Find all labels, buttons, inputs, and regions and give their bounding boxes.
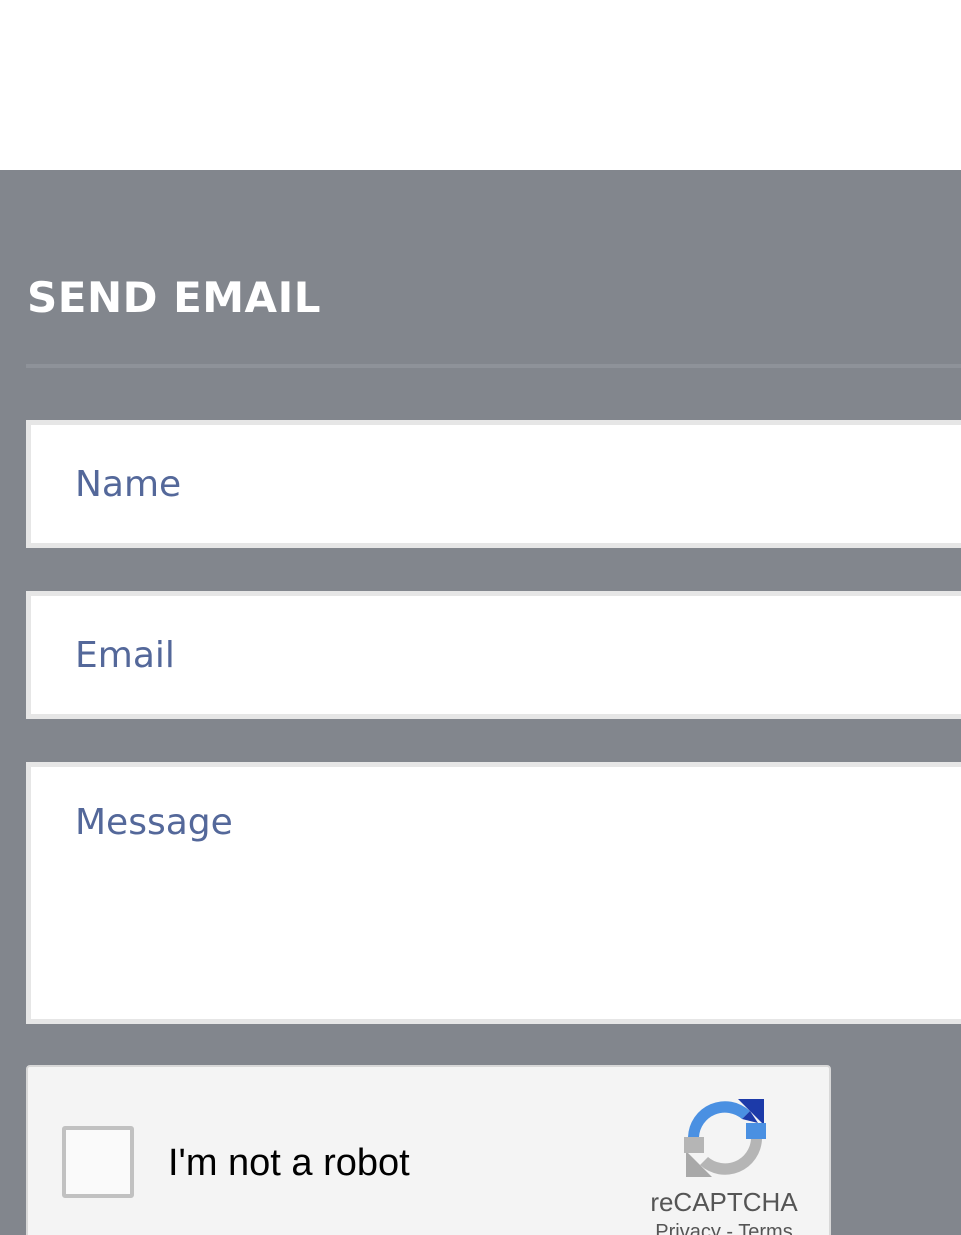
divider [26, 364, 961, 368]
recaptcha-checkbox[interactable] [62, 1126, 134, 1198]
recaptcha-label: I'm not a robot [168, 1142, 410, 1184]
recaptcha-links-separator: - [720, 1221, 739, 1235]
section-title: SEND EMAIL [27, 273, 321, 322]
recaptcha-terms-link[interactable]: Terms [738, 1221, 792, 1235]
recaptcha-brand-text: reCAPTCHA [650, 1187, 798, 1217]
send-email-section: SEND EMAIL I'm not a robot reCAPTCHA Pri… [0, 170, 961, 1235]
name-input[interactable] [26, 420, 961, 548]
email-input[interactable] [26, 591, 961, 719]
recaptcha-privacy-link[interactable]: Privacy [655, 1221, 721, 1235]
top-whitespace [0, 0, 961, 170]
recaptcha-logo-icon [684, 1099, 766, 1177]
recaptcha-links: Privacy - Terms [624, 1221, 824, 1235]
recaptcha-widget: I'm not a robot reCAPTCHA Privacy - Term… [26, 1065, 831, 1235]
message-textarea[interactable] [26, 762, 961, 1024]
